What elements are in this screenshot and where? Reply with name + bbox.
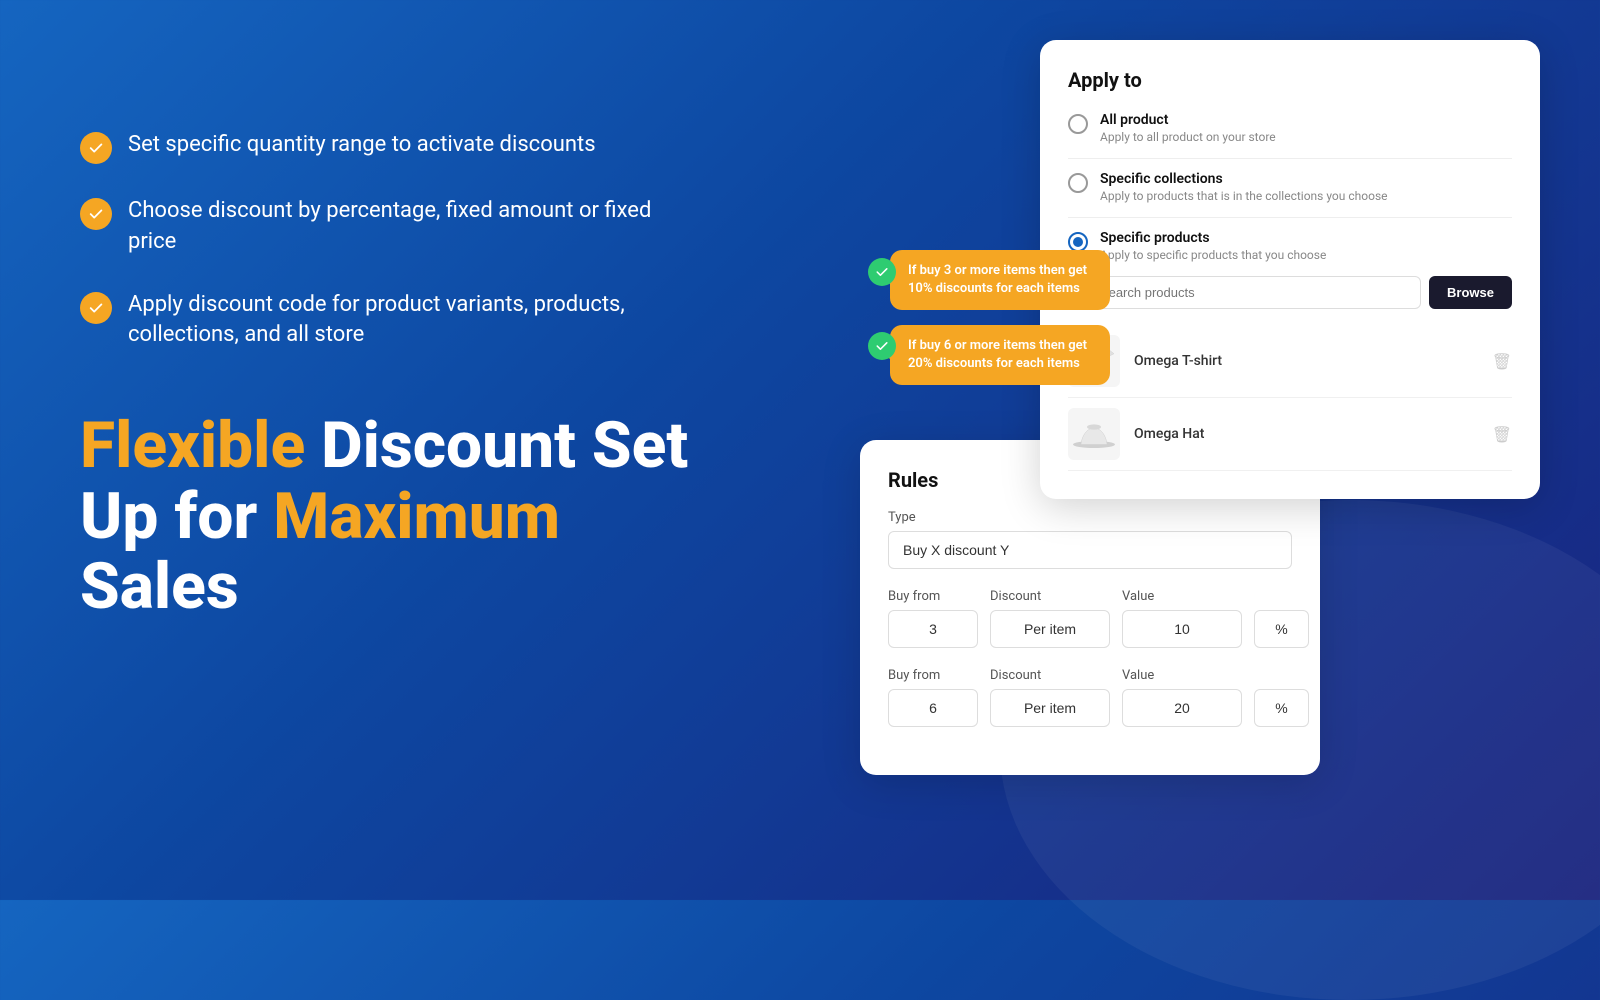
value-input-2[interactable] [1122, 689, 1242, 727]
unit-input-1[interactable] [1254, 610, 1309, 648]
feature-item-2: Choose discount by percentage, fixed amo… [80, 196, 700, 258]
discount-input-1[interactable] [990, 610, 1110, 648]
value-label-2: Value [1122, 668, 1242, 683]
tooltip-bubble-2: If buy 6 or more items then get 20% disc… [890, 325, 1110, 385]
radio-label-all: All product [1100, 112, 1276, 128]
radio-sublabel-products: Apply to specific products that you choo… [1100, 248, 1326, 262]
search-input-wrap[interactable] [1068, 276, 1421, 309]
discount-label-1: Discount [990, 589, 1110, 604]
feature-item-3: Apply discount code for product variants… [80, 290, 700, 352]
trash-icon-tshirt[interactable]: 🗑 [1492, 352, 1512, 371]
radio-circle-products[interactable] [1068, 232, 1088, 252]
buy-from-input-1[interactable] [888, 610, 978, 648]
radio-sublabel-collections: Apply to products that is in the collect… [1100, 189, 1388, 203]
radio-content-collections: Specific collections Apply to products t… [1100, 171, 1388, 203]
radio-content-all: All product Apply to all product on your… [1100, 112, 1276, 144]
search-input[interactable] [1102, 285, 1408, 300]
tooltip-check-1 [868, 258, 896, 286]
value-group-2: Value [1122, 668, 1242, 727]
unit-input-2[interactable] [1254, 689, 1309, 727]
tooltip-check-2 [868, 332, 896, 360]
type-input[interactable] [888, 531, 1292, 569]
discount-group-1: Discount [990, 589, 1110, 648]
product-row-hat: Omega Hat 🗑 [1068, 398, 1512, 471]
tooltip-text-1: If buy 3 or more items then get 10% disc… [908, 263, 1087, 296]
product-name-hat: Omega Hat [1134, 426, 1478, 442]
radio-circle-all[interactable] [1068, 114, 1088, 134]
headline-part4: Sales [80, 549, 239, 624]
radio-all-product[interactable]: All product Apply to all product on your… [1068, 112, 1512, 144]
features-list: Set specific quantity range to activate … [80, 130, 700, 351]
radio-circle-collections[interactable] [1068, 173, 1088, 193]
headline-flexible: Flexible [80, 408, 305, 483]
unit-spacer-1 [1254, 589, 1309, 604]
tooltip-bubble-1: If buy 3 or more items then get 10% disc… [890, 250, 1110, 310]
hat-icon [1072, 420, 1116, 448]
buy-from-label-1: Buy from [888, 589, 978, 604]
radio-label-products: Specific products [1100, 230, 1326, 246]
unit-group-2 [1254, 668, 1309, 727]
apply-to-title: Apply to [1068, 68, 1512, 92]
rule-row-1: Buy from Discount Value [888, 589, 1292, 648]
trash-icon-hat[interactable]: 🗑 [1492, 425, 1512, 444]
headline-maximum: Maximum [273, 479, 560, 554]
feature-item-1: Set specific quantity range to activate … [80, 130, 700, 164]
search-row: Browse [1068, 276, 1512, 309]
tooltip-text-2: If buy 6 or more items then get 20% disc… [908, 338, 1087, 371]
divider-1 [1068, 158, 1512, 159]
apply-to-card: Apply to All product Apply to all produc… [1040, 40, 1540, 499]
radio-specific-products[interactable]: Specific products Apply to specific prod… [1068, 230, 1512, 262]
right-panel: If buy 3 or more items then get 10% disc… [860, 20, 1540, 880]
buy-from-input-2[interactable] [888, 689, 978, 727]
product-row-tshirt: Omega T-shirt 🗑 [1068, 325, 1512, 398]
discount-label-2: Discount [990, 668, 1110, 683]
discount-input-2[interactable] [990, 689, 1110, 727]
buy-from-label-2: Buy from [888, 668, 978, 683]
value-label-1: Value [1122, 589, 1242, 604]
unit-spacer-2 [1254, 668, 1309, 683]
buy-from-group-2: Buy from [888, 668, 978, 727]
value-input-1[interactable] [1122, 610, 1242, 648]
radio-label-collections: Specific collections [1100, 171, 1388, 187]
check-icon-3 [80, 292, 112, 324]
left-panel: Set specific quantity range to activate … [80, 130, 700, 622]
radio-sublabel-all: Apply to all product on your store [1100, 130, 1276, 144]
check-icon-2 [80, 198, 112, 230]
radio-specific-collections[interactable]: Specific collections Apply to products t… [1068, 171, 1512, 203]
browse-button[interactable]: Browse [1429, 276, 1512, 309]
unit-group-1 [1254, 589, 1309, 648]
buy-from-group-1: Buy from [888, 589, 978, 648]
discount-group-2: Discount [990, 668, 1110, 727]
feature-text-2: Choose discount by percentage, fixed amo… [128, 196, 700, 258]
rule-row-2: Buy from Discount Value [888, 668, 1292, 727]
product-name-tshirt: Omega T-shirt [1134, 353, 1478, 369]
feature-text-3: Apply discount code for product variants… [128, 290, 700, 352]
radio-content-products: Specific products Apply to specific prod… [1100, 230, 1326, 262]
type-label: Type [888, 510, 1292, 525]
feature-text-1: Set specific quantity range to activate … [128, 130, 596, 161]
divider-2 [1068, 217, 1512, 218]
value-group-1: Value [1122, 589, 1242, 648]
check-icon-1 [80, 132, 112, 164]
product-thumb-hat [1068, 408, 1120, 460]
headline: Flexible Discount Set Up for Maximum Sal… [80, 411, 700, 622]
